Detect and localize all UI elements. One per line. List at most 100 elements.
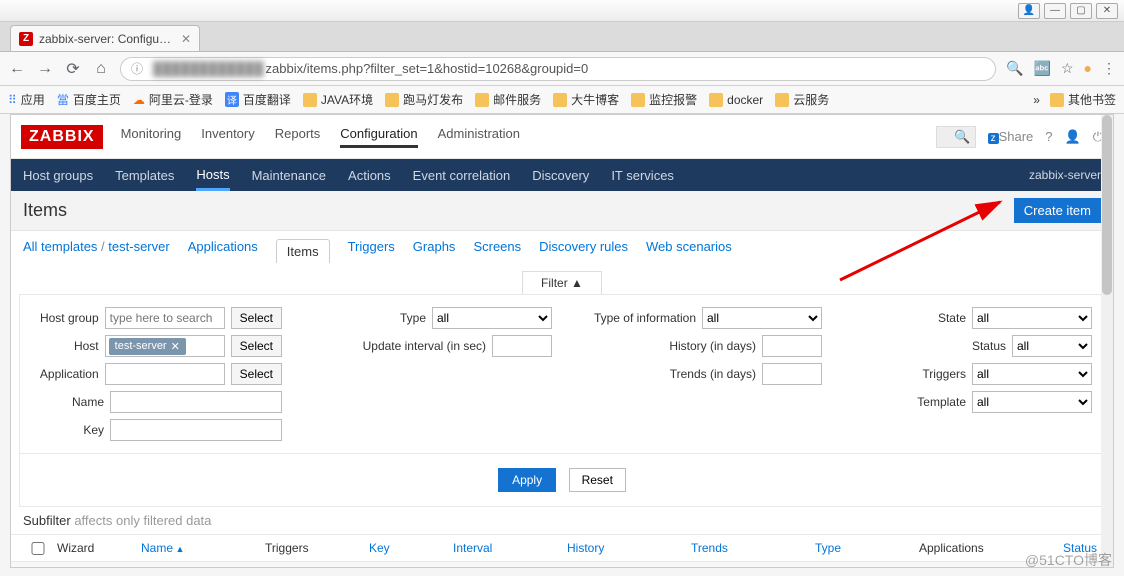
zabbix-header: ZABBIX Monitoring Inventory Reports Conf…: [11, 115, 1113, 159]
url-hidden: ████████████: [153, 61, 264, 76]
filter-toggle[interactable]: Filter ▲: [522, 271, 602, 294]
label-type: Type: [400, 311, 426, 325]
tag-remove-icon[interactable]: ✕: [171, 340, 180, 353]
sub-templates[interactable]: Templates: [115, 168, 174, 183]
scrollbar-thumb[interactable]: [1102, 115, 1112, 295]
zoom-icon[interactable]: 🔍: [1006, 60, 1023, 77]
sub-hostgroups[interactable]: Host groups: [23, 168, 93, 183]
window-maximize-button[interactable]: ▢: [1070, 3, 1092, 19]
template-select[interactable]: all: [972, 391, 1092, 413]
window-close-button[interactable]: ✕: [1096, 3, 1118, 19]
back-icon[interactable]: ←: [8, 60, 26, 78]
name-input[interactable]: [110, 391, 282, 413]
scrollbar[interactable]: [1101, 115, 1113, 567]
bookmark-folder[interactable]: 邮件服务: [475, 91, 541, 108]
forward-icon[interactable]: →: [36, 60, 54, 78]
sub-actions[interactable]: Actions: [348, 168, 391, 183]
zabbix-logo[interactable]: ZABBIX: [21, 125, 103, 149]
sub-maintenance[interactable]: Maintenance: [252, 168, 326, 183]
reset-button[interactable]: Reset: [569, 468, 626, 492]
search-box[interactable]: 🔍: [936, 126, 976, 148]
col-trends[interactable]: Trends: [691, 541, 811, 555]
crumb-host[interactable]: test-server: [108, 239, 169, 254]
bookmark-folder[interactable]: 云服务: [775, 91, 829, 108]
bookmark-folder[interactable]: 跑马灯发布: [385, 91, 463, 108]
col-type[interactable]: Type: [815, 541, 915, 555]
page-title: Items: [23, 200, 67, 221]
bookmarks-overflow[interactable]: »: [1033, 93, 1040, 107]
application-select-button[interactable]: Select: [231, 363, 282, 385]
sub-eventcorr[interactable]: Event correlation: [413, 168, 511, 183]
create-item-button[interactable]: Create item: [1014, 198, 1101, 223]
window-user-icon[interactable]: 👤: [1018, 3, 1040, 19]
reload-icon[interactable]: ⟳: [64, 59, 82, 79]
other-bookmarks[interactable]: 其他书签: [1050, 91, 1116, 108]
share-link[interactable]: zShare: [988, 129, 1034, 144]
table-header: Wizard Name Triggers Key Interval Histor…: [11, 535, 1113, 562]
tab-screens[interactable]: Screens: [473, 239, 521, 263]
application-input[interactable]: [105, 363, 225, 385]
star-icon[interactable]: ☆: [1061, 60, 1074, 77]
bookmark-folder[interactable]: 大牛博客: [553, 91, 619, 108]
host-input[interactable]: test-server✕: [105, 335, 225, 357]
key-input[interactable]: [110, 419, 282, 441]
host-tag[interactable]: test-server✕: [109, 338, 186, 355]
window-minimize-button[interactable]: —: [1044, 3, 1066, 19]
col-wizard: Wizard: [57, 541, 137, 555]
sub-discovery[interactable]: Discovery: [532, 168, 589, 183]
menu-reports[interactable]: Reports: [275, 126, 321, 148]
bookmark-folder[interactable]: 监控报警: [631, 91, 697, 108]
browser-tab-strip: Z zabbix-server: Configu… ✕: [0, 22, 1124, 52]
apply-button[interactable]: Apply: [498, 468, 556, 492]
tab-graphs[interactable]: Graphs: [413, 239, 456, 263]
browser-tab[interactable]: Z zabbix-server: Configu… ✕: [10, 25, 200, 51]
help-icon[interactable]: ?: [1045, 129, 1052, 144]
profile-icon[interactable]: ●: [1084, 60, 1092, 77]
page-content: ZABBIX Monitoring Inventory Reports Conf…: [10, 114, 1114, 568]
select-all-checkbox[interactable]: [23, 542, 53, 555]
crumb-all-templates[interactable]: All templates: [23, 239, 97, 254]
apps-button[interactable]: ⠿ 应用: [8, 91, 45, 108]
tab-discovery[interactable]: Discovery rules: [539, 239, 628, 263]
type-select[interactable]: all: [432, 307, 552, 329]
host-select-button[interactable]: Select: [231, 335, 282, 357]
tab-webscenarios[interactable]: Web scenarios: [646, 239, 732, 263]
hostgroup-input[interactable]: [105, 307, 225, 329]
tab-triggers[interactable]: Triggers: [348, 239, 395, 263]
menu-icon[interactable]: ⋮: [1102, 60, 1116, 77]
home-icon[interactable]: ⌂: [92, 60, 110, 78]
bookmark-item[interactable]: ☁阿里云-登录: [133, 91, 213, 108]
address-bar[interactable]: ⓘ ████████████ zabbix/items.php?filter_s…: [120, 57, 996, 81]
bookmark-folder[interactable]: docker: [709, 93, 763, 107]
label-host: Host: [74, 339, 99, 353]
site-info-icon[interactable]: ⓘ: [131, 60, 147, 77]
triggers-select[interactable]: all: [972, 363, 1092, 385]
hostgroup-select-button[interactable]: Select: [231, 307, 282, 329]
tab-close-icon[interactable]: ✕: [181, 32, 191, 46]
tab-applications[interactable]: Applications: [188, 239, 258, 263]
menu-configuration[interactable]: Configuration: [340, 126, 417, 148]
col-interval[interactable]: Interval: [453, 541, 563, 555]
col-key[interactable]: Key: [369, 541, 449, 555]
watermark: @51CTO博客: [1025, 550, 1112, 570]
browser-toolbar: ← → ⟳ ⌂ ⓘ ████████████ zabbix/items.php?…: [0, 52, 1124, 86]
bookmark-item[interactable]: 當百度主页: [57, 91, 121, 108]
typeinfo-select[interactable]: all: [702, 307, 822, 329]
bookmark-item[interactable]: 译百度翻译: [225, 91, 291, 108]
menu-monitoring[interactable]: Monitoring: [121, 126, 182, 148]
col-history[interactable]: History: [567, 541, 687, 555]
col-name[interactable]: Name: [141, 541, 261, 555]
interval-input[interactable]: [492, 335, 552, 357]
bookmark-folder[interactable]: JAVA环境: [303, 91, 373, 108]
translate-icon[interactable]: 🔤: [1034, 60, 1051, 77]
sub-hosts[interactable]: Hosts: [196, 167, 229, 191]
tab-items[interactable]: Items: [276, 239, 330, 263]
user-icon[interactable]: 👤: [1065, 129, 1081, 145]
menu-inventory[interactable]: Inventory: [201, 126, 254, 148]
menu-administration[interactable]: Administration: [438, 126, 520, 148]
status-select[interactable]: all: [1012, 335, 1092, 357]
trends-input[interactable]: [762, 363, 822, 385]
history-input[interactable]: [762, 335, 822, 357]
state-select[interactable]: all: [972, 307, 1092, 329]
sub-itservices[interactable]: IT services: [611, 168, 674, 183]
